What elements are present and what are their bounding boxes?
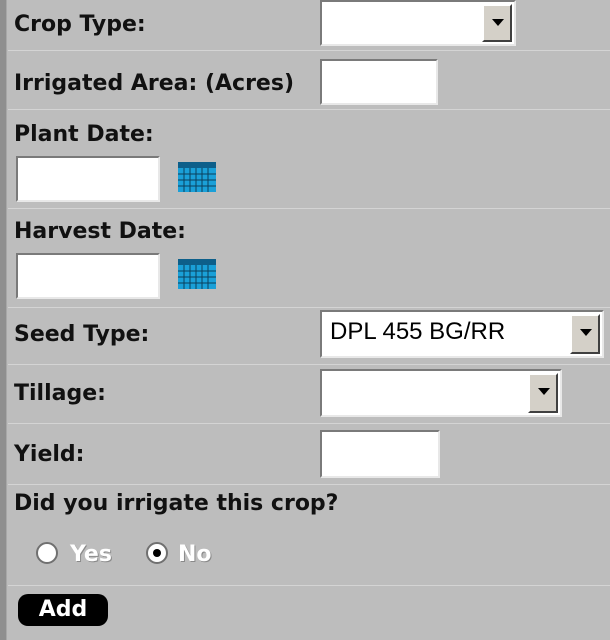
chevron-down-icon[interactable] [482, 4, 512, 42]
tillage-row: Tillage: [8, 365, 610, 424]
harvest-date-label: Harvest Date: [14, 219, 186, 244]
irrigated-area-label: Irrigated Area: (Acres) [14, 71, 295, 96]
yield-label: Yield: [14, 442, 85, 467]
seed-type-value: DPL 455 BG/RR [330, 318, 506, 345]
crop-type-row: Crop Type: [8, 0, 610, 51]
plant-date-label: Plant Date: [14, 122, 154, 147]
irrigate-no-radio[interactable] [146, 542, 168, 564]
yield-input[interactable] [320, 430, 440, 478]
irrigate-question: Did you irrigate this crop? [14, 491, 339, 516]
seed-type-row: Seed Type: DPL 455 BG/RR [8, 308, 610, 365]
irrigate-yes-label[interactable]: Yes [70, 542, 112, 567]
harvest-date-row: Harvest Date: [8, 209, 610, 308]
harvest-date-input[interactable] [16, 253, 160, 299]
irrigate-yes-radio[interactable] [36, 542, 58, 564]
seed-type-label: Seed Type: [14, 322, 150, 347]
chevron-down-icon[interactable] [528, 373, 558, 413]
yield-row: Yield: [8, 424, 610, 485]
tillage-select[interactable] [320, 369, 562, 417]
calendar-icon[interactable] [178, 162, 216, 192]
irrigated-area-row: Irrigated Area: (Acres) [8, 51, 610, 110]
left-border [0, 0, 7, 640]
crop-type-select[interactable] [320, 0, 516, 46]
irrigate-row: Did you irrigate this crop? [8, 485, 610, 586]
calendar-icon[interactable] [178, 259, 216, 289]
add-button[interactable]: Add [18, 594, 108, 626]
chevron-down-icon[interactable] [570, 314, 600, 354]
plant-date-row: Plant Date: [8, 110, 610, 209]
plant-date-input[interactable] [16, 156, 160, 202]
irrigated-area-input[interactable] [320, 59, 438, 105]
tillage-label: Tillage: [14, 381, 106, 406]
irrigate-no-label[interactable]: No [178, 542, 212, 567]
crop-type-label: Crop Type: [14, 12, 146, 37]
seed-type-select[interactable]: DPL 455 BG/RR [320, 310, 604, 358]
